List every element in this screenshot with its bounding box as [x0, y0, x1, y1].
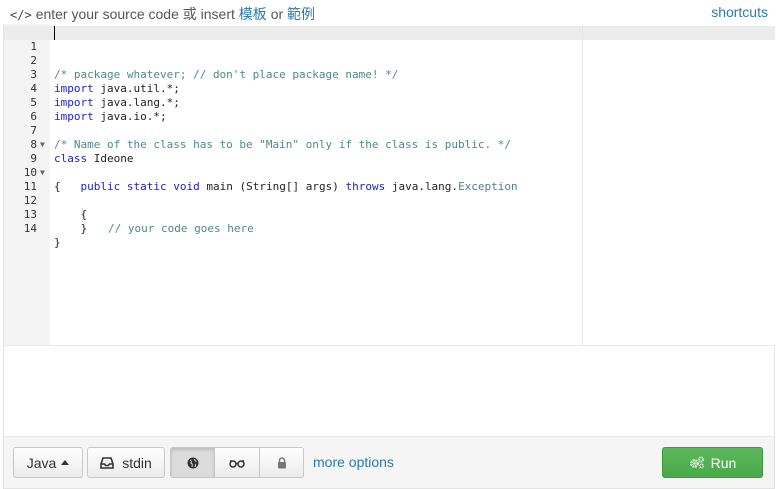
code-line: 8 class Ideone — [4, 124, 775, 165]
code-line: 14 } — [4, 208, 775, 249]
line-number: 14 — [23, 222, 37, 235]
code-line: 4 import java.lang.*; — [4, 68, 775, 109]
header: </> enter your source code 或 insert 模板 or… — [0, 0, 777, 24]
code-text: } — [54, 222, 88, 235]
run-button[interactable]: Run — [662, 447, 763, 478]
code-text: } — [54, 236, 61, 249]
sample-link[interactable]: 範例 — [287, 6, 315, 22]
fold-arrow-icon[interactable]: ▼ — [40, 166, 48, 180]
code-line: 6 — [4, 96, 775, 123]
visibility-hidden-button[interactable] — [214, 447, 260, 478]
stdin-button[interactable]: stdin — [87, 447, 165, 478]
or-text: or — [270, 6, 284, 22]
code-line: 3 import java.util.*; — [4, 54, 775, 95]
editor-prompt: </> enter your source code 或 insert 模板 or… — [10, 4, 315, 24]
prompt-text: enter your source code 或 insert — [35, 6, 235, 22]
code-editor[interactable]: 1 /* package whatever; // don't place pa… — [4, 24, 775, 346]
code-line: 2 — [4, 40, 775, 67]
globe-icon — [187, 457, 198, 468]
visibility-private-button[interactable] — [259, 447, 304, 478]
code-line: 1 /* package whatever; // don't place pa… — [4, 26, 775, 81]
code-line: 12 // your code goes here — [4, 180, 775, 235]
run-label: Run — [710, 454, 737, 471]
shortcuts-link[interactable]: shortcuts — [711, 4, 768, 20]
glasses-icon — [229, 459, 245, 468]
fold-arrow-icon[interactable]: ▼ — [40, 138, 48, 152]
code-icon: </> — [10, 8, 32, 22]
code-line: 13 } — [4, 194, 775, 235]
text-cursor — [54, 26, 55, 40]
stdin-label: stdin — [122, 454, 152, 471]
gears-icon — [689, 456, 704, 469]
bottom-toolbar: Java stdin more options Run — [4, 436, 774, 488]
code-line: 9 ▼ { — [4, 138, 775, 193]
language-select-button[interactable]: Java — [13, 447, 83, 478]
inbox-icon — [100, 456, 115, 469]
code-line: 7 /* Name of the class has to be "Main" … — [4, 110, 775, 151]
code-line: 11 ▼ { — [4, 166, 775, 221]
visibility-public-button[interactable] — [170, 447, 215, 478]
caret-up-icon — [61, 460, 70, 465]
lock-icon — [277, 456, 286, 468]
language-label: Java — [26, 454, 57, 471]
code-line: 10 public static void main (String[] arg… — [4, 152, 775, 193]
code-line: 5 import java.io.*; — [4, 82, 775, 123]
template-link[interactable]: 模板 — [239, 6, 267, 22]
more-options-link[interactable]: more options — [313, 454, 394, 470]
code-text: // your code goes here — [108, 222, 254, 235]
